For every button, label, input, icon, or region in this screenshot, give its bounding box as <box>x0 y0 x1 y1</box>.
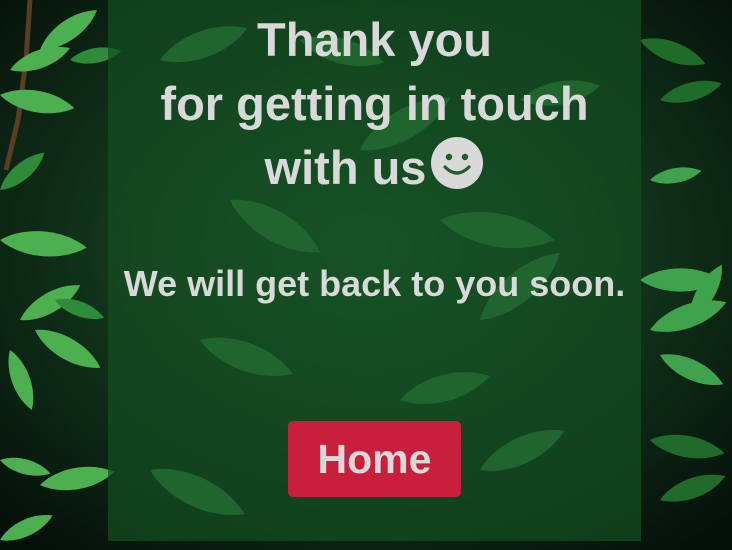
heading-line-1: Thank you <box>256 13 493 66</box>
heading-line-3-text: with us <box>264 141 427 194</box>
thank-you-heading: Thank you for getting in touch with us <box>108 8 641 200</box>
heading-line-3: with us <box>108 136 641 200</box>
home-button[interactable]: Home <box>288 421 461 497</box>
message-panel: Thank you for getting in touch with us W… <box>108 0 641 541</box>
heading-line-2: for getting in touch <box>160 77 589 130</box>
follow-up-message: We will get back to you soon. <box>123 263 626 304</box>
smiley-face-icon <box>431 137 484 189</box>
